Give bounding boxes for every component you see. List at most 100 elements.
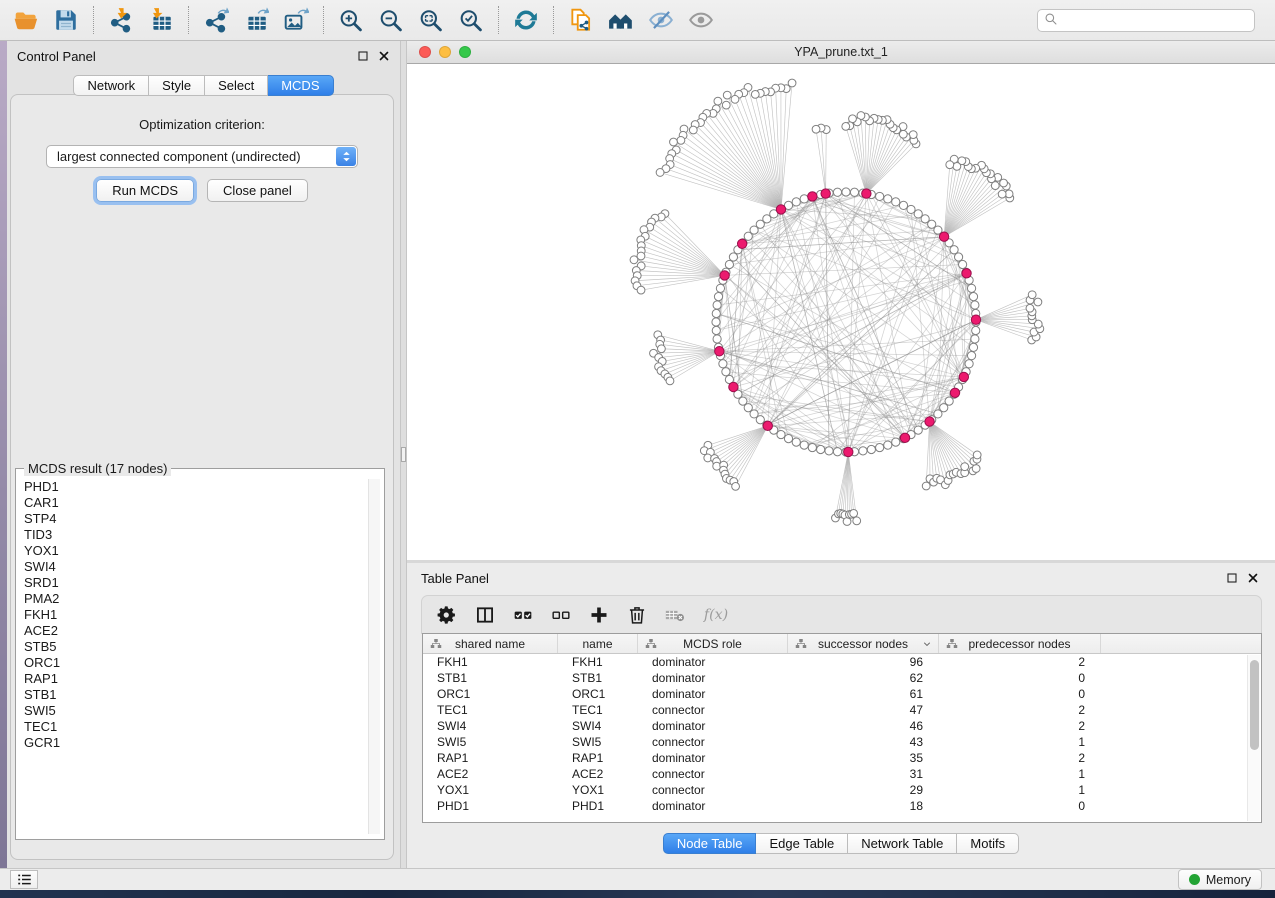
mcds-result-item[interactable]: GCR1 [24,735,366,751]
import-table-button[interactable] [141,3,181,37]
graph-node[interactable] [656,169,664,177]
task-history-button[interactable] [10,870,38,889]
graph-node[interactable] [751,90,759,98]
cell-shared-name[interactable]: FKH1 [423,654,558,670]
graph-node[interactable] [800,441,808,449]
table-row[interactable]: SWI5SWI5connector431 [423,734,1261,750]
tab-network[interactable]: Network [73,75,149,96]
cell-successor-nodes[interactable]: 29 [788,782,939,798]
tab-network-table[interactable]: Network Table [848,833,957,854]
tab-edge-table[interactable]: Edge Table [756,833,848,854]
graph-node[interactable] [907,205,915,213]
graph-node[interactable] [946,161,954,169]
cell-name[interactable]: RAP1 [558,750,638,766]
cell-name[interactable]: STB1 [558,670,638,686]
graph-node[interactable] [884,195,892,203]
graph-mcds-hub-node[interactable] [900,433,909,442]
mcds-result-item[interactable]: SWI4 [24,559,366,575]
export-table-button[interactable] [236,3,276,37]
open-session-button[interactable] [6,3,46,37]
graph-node[interactable] [954,253,962,261]
vertical-splitter[interactable] [400,41,407,868]
mcds-result-item[interactable]: STB5 [24,639,366,655]
graph-node[interactable] [859,447,867,455]
run-mcds-button[interactable]: Run MCDS [96,179,194,202]
close-panel-icon[interactable] [1247,572,1259,584]
graph-node[interactable] [637,286,645,294]
graph-node[interactable] [965,360,973,368]
mcds-result-item[interactable]: TID3 [24,527,366,543]
graph-node[interactable] [658,345,666,353]
cell-MCDS-role[interactable]: dominator [638,670,788,686]
cell-name[interactable]: FKH1 [558,654,638,670]
graph-node[interactable] [630,256,638,264]
cell-shared-name[interactable]: SWI4 [423,718,558,734]
cell-shared-name[interactable]: TEC1 [423,702,558,718]
table-scrollbar[interactable] [1247,655,1260,821]
deselect-all-rows-button[interactable] [546,600,576,630]
mcds-result-item[interactable]: TEC1 [24,719,366,735]
mcds-result-item[interactable]: PHD1 [24,479,366,495]
cell-successor-nodes[interactable]: 31 [788,766,939,782]
table-row[interactable]: ORC1ORC1dominator610 [423,686,1261,702]
graph-node[interactable] [666,377,674,385]
tab-motifs[interactable]: Motifs [957,833,1019,854]
graph-mcds-hub-node[interactable] [763,421,772,430]
cell-successor-nodes[interactable]: 47 [788,702,939,718]
graph-node[interactable] [729,253,737,261]
cell-shared-name[interactable]: PHD1 [423,798,558,814]
graph-node[interactable] [712,326,720,334]
graph-mcds-hub-node[interactable] [808,192,817,201]
graph-node[interactable] [884,441,892,449]
cell-name[interactable]: ACE2 [558,766,638,782]
graph-node[interactable] [973,451,981,459]
cell-shared-name[interactable]: YOX1 [423,782,558,798]
graph-node[interactable] [777,430,785,438]
mcds-result-scrollbar[interactable] [368,479,380,834]
mcds-result-item[interactable]: CAR1 [24,495,366,511]
table-row[interactable]: SWI4SWI4dominator462 [423,718,1261,734]
graph-node[interactable] [670,138,678,146]
cell-successor-nodes[interactable]: 62 [788,670,939,686]
memory-button[interactable]: Memory [1178,869,1262,890]
graph-node[interactable] [867,445,875,453]
graph-node[interactable] [899,201,907,209]
tab-select[interactable]: Select [205,75,268,96]
mcds-result-item[interactable]: ORC1 [24,655,366,671]
cell-shared-name[interactable]: ACE2 [423,766,558,782]
delete-column-button[interactable] [622,600,652,630]
table-row[interactable]: FKH1FKH1dominator962 [423,654,1261,670]
column-header-predecessor-nodes[interactable]: predecessor nodes [939,634,1101,653]
graph-node[interactable] [725,260,733,268]
graph-node[interactable] [714,293,722,301]
cell-predecessor-nodes[interactable]: 1 [939,766,1101,782]
graph-node[interactable] [722,368,730,376]
graph-node[interactable] [953,162,961,170]
graph-node[interactable] [876,192,884,200]
zoom-fit-button[interactable] [411,3,451,37]
graph-node[interactable] [967,284,975,292]
graph-mcds-hub-node[interactable] [939,232,948,241]
column-header-name[interactable]: name [558,634,638,653]
graph-node[interactable] [842,122,850,130]
graph-node[interactable] [719,360,727,368]
table-row[interactable]: YOX1YOX1connector291 [423,782,1261,798]
cell-predecessor-nodes[interactable]: 2 [939,702,1101,718]
cell-predecessor-nodes[interactable]: 1 [939,734,1101,750]
graph-node[interactable] [842,188,850,196]
table-scrollbar-thumb[interactable] [1250,660,1259,750]
cell-predecessor-nodes[interactable]: 2 [939,718,1101,734]
clone-network-button[interactable] [561,3,601,37]
cell-successor-nodes[interactable]: 35 [788,750,939,766]
graph-node[interactable] [817,445,825,453]
network-window-titlebar[interactable]: YPA_prune.txt_1 [407,41,1275,64]
graph-node[interactable] [800,195,808,203]
graph-node[interactable] [892,198,900,206]
graph-node[interactable] [961,463,969,471]
cell-shared-name[interactable]: ORC1 [423,686,558,702]
graph-node[interactable] [922,482,930,490]
mcds-result-item[interactable]: SWI5 [24,703,366,719]
cell-successor-nodes[interactable]: 96 [788,654,939,670]
cell-predecessor-nodes[interactable]: 0 [939,798,1101,814]
graph-node[interactable] [969,343,977,351]
